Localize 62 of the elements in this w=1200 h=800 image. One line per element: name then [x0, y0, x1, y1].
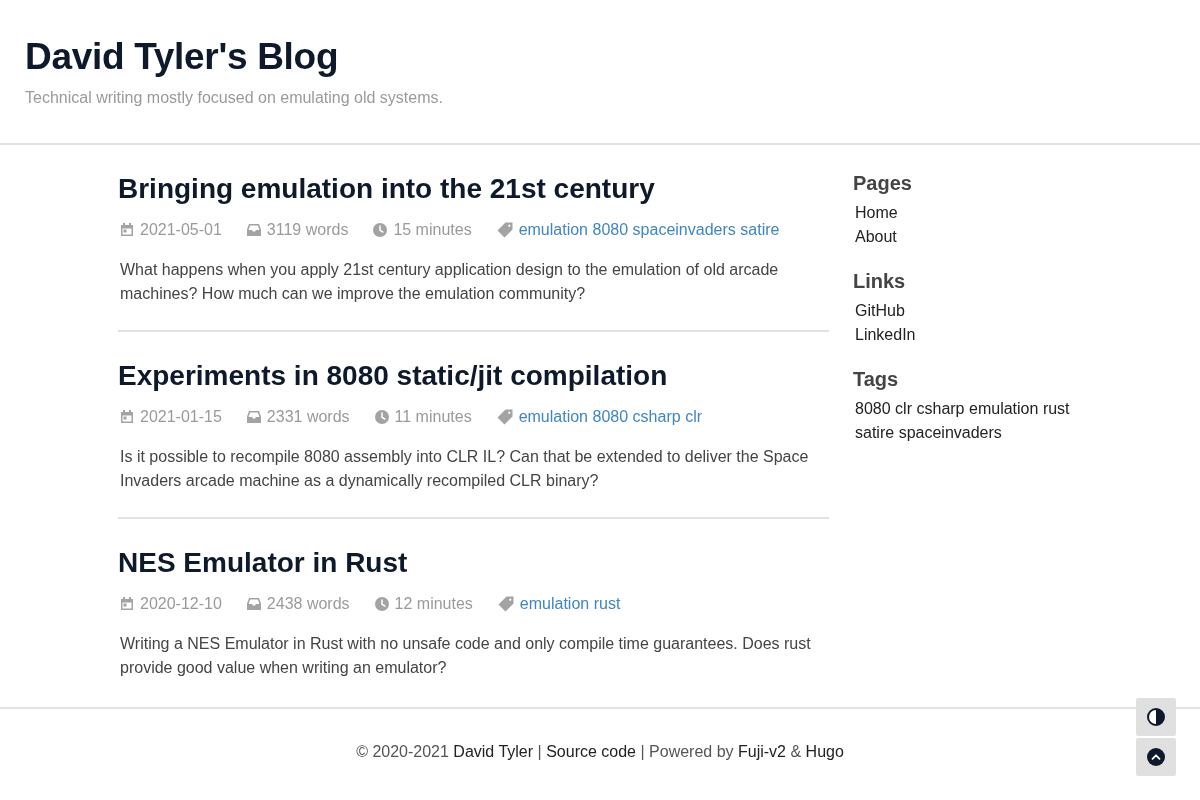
tag-link[interactable]: rust — [593, 592, 621, 616]
footer-link[interactable]: Source code — [546, 743, 636, 760]
calendar-icon — [120, 597, 134, 611]
tag-link[interactable]: 8080 — [592, 218, 629, 242]
sidebar-link[interactable]: LinkedIn — [855, 323, 916, 347]
post-date: 2021-05-01 — [140, 220, 222, 240]
tag-link[interactable]: clr — [895, 397, 912, 421]
sidebar-heading: Links — [853, 269, 906, 293]
tag-link[interactable]: emulation — [518, 218, 588, 242]
reading-time: 12 minutes — [394, 594, 473, 614]
tag-link[interactable]: emulation — [969, 397, 1039, 421]
post-title[interactable]: NES Emulator in Rust — [118, 545, 408, 581]
sidebar-link[interactable]: GitHub — [855, 299, 905, 323]
tag-link[interactable]: csharp — [916, 397, 965, 421]
tag-link[interactable]: 8080 — [855, 397, 891, 421]
back-to-top-button[interactable] — [1136, 738, 1176, 776]
clock-icon — [373, 223, 388, 237]
post-summary: Is it possible to recompile 8080 assembly into CLR IL? Can that be extended to deliver the Space Invaders arcade machine as a dynamically recompiled CLR binary? — [119, 447, 810, 491]
footer-text: © 2020-2021 David Tyler | Source code | Powered by Fuji-v2 & Hugo — [356, 742, 844, 762]
footer-link[interactable]: Hugo — [805, 743, 844, 760]
post-summary: What happens when you apply 21st century application design to the emulation of old arcade machines? How much can we improve the emulation community? — [119, 260, 780, 304]
calendar-icon — [120, 223, 134, 237]
clock-icon — [374, 410, 389, 424]
tag-link[interactable]: spaceinvaders — [898, 421, 1002, 445]
tag-link[interactable]: csharp — [632, 405, 681, 429]
post-date: 2021-01-15 — [140, 407, 222, 427]
theme-toggle-button[interactable] — [1136, 698, 1176, 736]
footer-link[interactable]: David Tyler — [453, 743, 534, 760]
word-count: 2438 words — [266, 594, 350, 614]
tag-link[interactable]: rust — [1042, 397, 1070, 421]
contrast-icon — [1147, 708, 1165, 726]
post-title[interactable]: Bringing emulation into the 21st century — [118, 171, 655, 207]
chevron-up-icon — [1147, 748, 1165, 766]
post-title[interactable]: Experiments in 8080 static/jit compilation — [118, 358, 668, 394]
post-date: 2020-12-10 — [140, 594, 222, 614]
tag-icon — [497, 596, 514, 612]
tag-link[interactable]: emulation — [519, 592, 590, 616]
reading-time: 15 minutes — [393, 220, 472, 240]
blog-subtitle: Technical writing mostly focused on emulating old systems. — [25, 88, 443, 108]
calendar-icon — [120, 410, 134, 424]
sidebar-heading: Pages — [853, 171, 912, 195]
tag-link[interactable]: 8080 — [592, 405, 629, 429]
word-count: 2331 words — [266, 407, 350, 427]
tag-icon — [496, 409, 513, 425]
sidebar-link[interactable]: About — [855, 225, 897, 249]
blog-title[interactable]: David Tyler's Blog — [25, 34, 339, 80]
post-summary: Writing a NES Emulator in Rust with no unsafe code and only compile time guarantees. Does rust provide good value when writing an emulator? — [119, 634, 812, 678]
word-count: 3119 words — [266, 220, 349, 240]
inbox-tray-icon — [246, 411, 261, 423]
inbox-tray-icon — [246, 224, 261, 236]
tag-link[interactable]: clr — [685, 405, 703, 429]
clock-icon — [374, 597, 389, 611]
tag-link[interactable]: satire — [740, 218, 780, 242]
sidebar-heading: Tags — [853, 367, 899, 391]
tag-link[interactable]: emulation — [518, 405, 588, 429]
footer-link[interactable]: Fuji-v2 — [738, 743, 786, 760]
tag-link[interactable]: spaceinvaders — [632, 218, 736, 242]
sidebar-link[interactable]: Home — [855, 201, 898, 225]
reading-time: 11 minutes — [394, 407, 472, 427]
inbox-tray-icon — [246, 598, 261, 610]
tag-icon — [496, 222, 513, 238]
tag-link[interactable]: satire — [855, 421, 895, 445]
